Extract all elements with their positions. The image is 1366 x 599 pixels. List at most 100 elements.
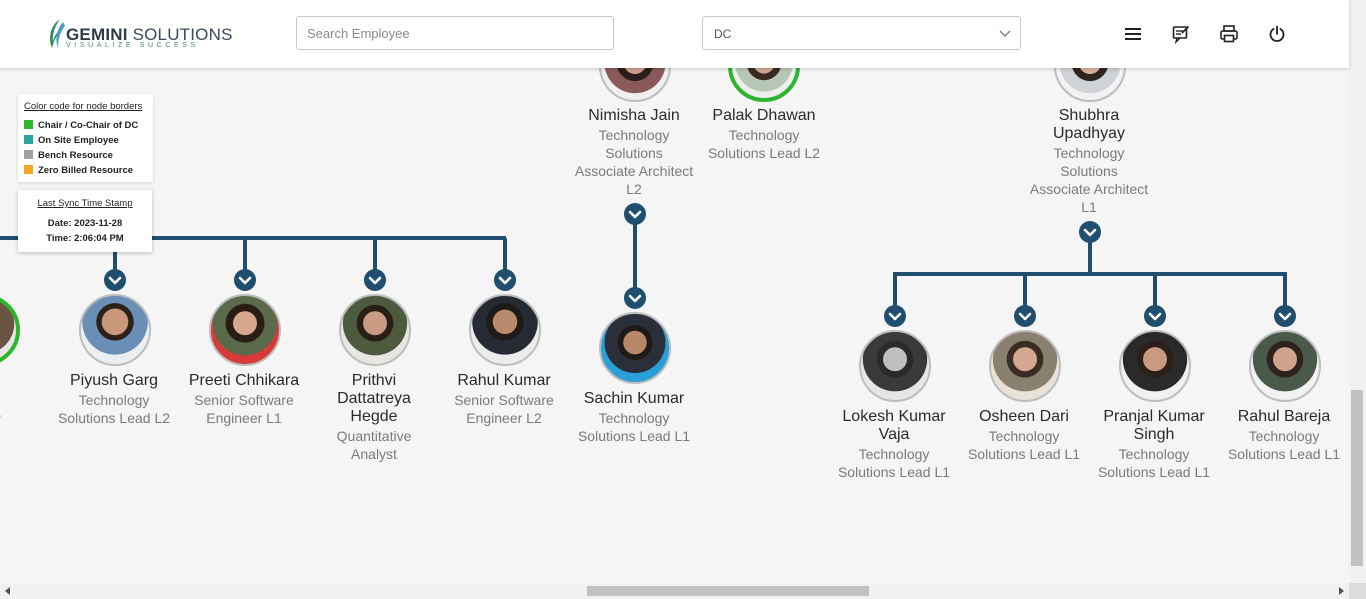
vertical-scrollbar-thumb[interactable] (1351, 390, 1363, 566)
collapse-toggle-icon[interactable] (1079, 221, 1101, 243)
employee-title: Technology (1118, 446, 1190, 462)
employee-name: Rahul Bareja (1237, 408, 1331, 425)
color-swatch (24, 150, 33, 159)
employee-avatar[interactable] (989, 330, 1061, 402)
print-icon[interactable] (1219, 24, 1239, 44)
expand-toggle-icon[interactable] (1014, 305, 1036, 327)
scrollbar-corner (1349, 583, 1366, 599)
employee-title: Solutions Lead L1 (837, 464, 951, 480)
expand-toggle-icon[interactable] (104, 269, 126, 291)
expand-toggle-icon[interactable] (884, 305, 906, 327)
employee-title: Technology (598, 410, 670, 426)
employee-title: anager (0, 409, 44, 427)
org-chart: mmed ogy anager Piyush Garg Technology S… (0, 0, 1349, 583)
sync-title: Last Sync Time Stamp (37, 198, 133, 209)
expand-toggle-icon[interactable] (624, 287, 646, 309)
vertical-scrollbar[interactable] (1349, 0, 1366, 583)
color-legend: Color code for node borders Chair / Co-C… (18, 94, 153, 182)
search-employee-input[interactable] (296, 16, 614, 50)
employee-name: Dattatreya (337, 390, 411, 407)
employee-name: Singh (1133, 426, 1175, 443)
horizontal-scrollbar[interactable] (0, 583, 1349, 599)
employee-avatar[interactable] (599, 312, 671, 384)
employee-avatar[interactable] (209, 294, 281, 366)
employee-name: Pranjal Kumar (1103, 408, 1205, 425)
dc-select[interactable]: DC (702, 16, 1021, 50)
employee-title: Associate Architect (1029, 181, 1149, 197)
employee-title: Technology (858, 446, 930, 462)
employee-title: Senior Software (194, 392, 294, 408)
sync-date: Date: 2023-11-28 (47, 218, 123, 229)
employee-title: Associate Architect (574, 163, 694, 179)
employee-avatar[interactable] (339, 294, 411, 366)
employee-name: Hegde (350, 408, 398, 425)
employee-name: Osheen Dari (979, 408, 1069, 425)
sync-timestamp-card: Last Sync Time Stamp Date: 2023-11-28 Ti… (18, 190, 152, 252)
collapse-toggle-icon[interactable] (624, 203, 646, 225)
logo-leaf-icon (50, 19, 65, 48)
employee-title: L1 (1081, 199, 1097, 215)
employee-name: Nimisha Jain (588, 107, 680, 124)
legend-item-bench: Bench Resource (24, 150, 113, 161)
employee-title: Solutions (605, 145, 663, 161)
employee-avatar[interactable] (79, 294, 151, 366)
employee-title: Technology (598, 127, 670, 143)
legend-item-zero-billed: Zero Billed Resource (24, 165, 133, 176)
employee-name: Lokesh Kumar (842, 408, 946, 425)
employee-title: ogy (0, 391, 34, 409)
employee-title: Solutions Lead L1 (1097, 464, 1211, 480)
employee-title: Technology (78, 392, 150, 408)
horizontal-scrollbar-thumb[interactable] (587, 586, 869, 596)
employee-name: Shubhra (1058, 107, 1120, 124)
employee-avatar[interactable] (469, 294, 541, 366)
employee-title: Technology (988, 428, 1060, 444)
employee-avatar[interactable] (859, 330, 931, 402)
employee-title: Solutions (1060, 163, 1118, 179)
employee-title: Solutions Lead L2 (57, 410, 171, 426)
employee-name: Preeti Chhikara (188, 372, 300, 389)
dc-select-value: DC (714, 27, 732, 41)
color-swatch (24, 135, 33, 144)
power-icon[interactable] (1267, 24, 1287, 44)
company-logo[interactable]: GEMINI SOLUTIONS VISUALIZE SUCCESS (46, 16, 232, 52)
employee-title: Engineer L2 (466, 410, 542, 426)
logo-tagline: VISUALIZE SUCCESS (66, 42, 199, 49)
employee-title: Technology (1053, 145, 1125, 161)
employee-name: mmed (0, 372, 34, 390)
expand-toggle-icon[interactable] (1144, 305, 1166, 327)
expand-toggle-icon[interactable] (364, 269, 386, 291)
menu-icon[interactable] (1123, 24, 1143, 44)
expand-toggle-icon[interactable] (234, 269, 256, 291)
scroll-right-arrow-icon[interactable] (1336, 586, 1346, 596)
scroll-left-arrow-icon[interactable] (3, 586, 13, 596)
legend-label: On Site Employee (38, 135, 119, 146)
employee-name: Rahul Kumar (457, 372, 551, 389)
expand-toggle-icon[interactable] (494, 269, 516, 291)
employee-name: Upadhyay (1052, 125, 1126, 142)
employee-name: Prithvi (351, 372, 397, 389)
employee-title: Quantitative (336, 428, 412, 444)
employee-title: Analyst (351, 446, 397, 462)
employee-name: Palak Dhawan (712, 107, 816, 124)
chevron-down-icon (999, 30, 1011, 37)
employee-name: Vaja (878, 426, 910, 443)
employee-title: Solutions Lead L1 (1227, 446, 1341, 462)
color-swatch (24, 165, 33, 174)
employee-title: Technology (728, 127, 800, 143)
employee-title: Technology (1248, 428, 1320, 444)
expand-toggle-icon[interactable] (1274, 305, 1296, 327)
employee-name: Piyush Garg (69, 372, 159, 389)
employee-avatar[interactable] (1249, 330, 1321, 402)
legend-label: Zero Billed Resource (38, 165, 134, 176)
employee-title: Engineer L1 (206, 410, 282, 426)
employee-avatar[interactable] (1119, 330, 1191, 402)
feedback-icon[interactable] (1171, 24, 1191, 44)
legend-title: Color code for node borders (24, 101, 143, 112)
legend-label: Bench Resource (38, 150, 113, 161)
top-header: GEMINI SOLUTIONS VISUALIZE SUCCESS DC (0, 0, 1349, 68)
legend-label: Chair / Co-Chair of DC (38, 120, 139, 131)
employee-name: Sachin Kumar (583, 390, 685, 407)
org-connectors (0, 222, 1287, 306)
color-swatch (24, 120, 33, 129)
employee-title: L2 (626, 181, 642, 197)
